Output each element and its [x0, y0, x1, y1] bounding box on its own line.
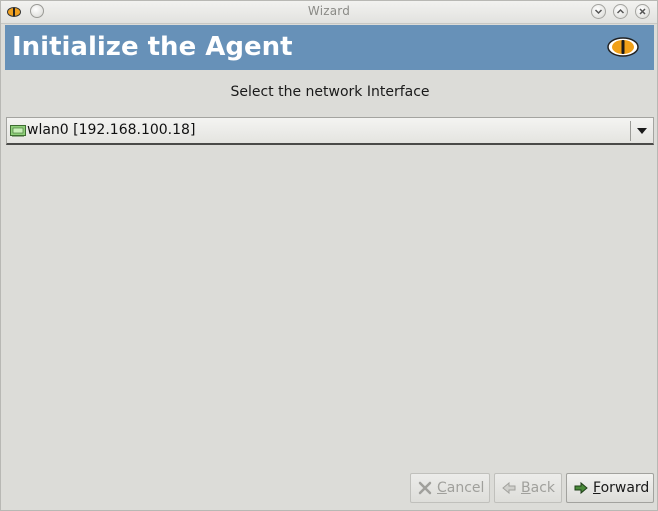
- selected-interface: wlan0 [192.168.100.18]: [27, 122, 196, 138]
- wizard-header: Initialize the Agent: [5, 25, 654, 70]
- cancel-button[interactable]: Cancel: [410, 473, 490, 503]
- forward-button[interactable]: Forward: [566, 473, 654, 503]
- forward-arrow-icon: [574, 481, 588, 495]
- close-icon: [639, 8, 646, 15]
- page-title: Initialize the Agent: [12, 32, 293, 62]
- back-arrow-icon: [502, 481, 516, 495]
- agent-eye-logo-icon: [607, 37, 639, 57]
- instruction-label: Select the network Interface: [230, 84, 430, 100]
- forward-label: Forward: [593, 480, 650, 496]
- back-button[interactable]: Back: [494, 473, 562, 503]
- dropdown-arrow-icon[interactable]: [637, 128, 647, 134]
- network-icon: [10, 125, 26, 137]
- close-button[interactable]: [635, 4, 650, 19]
- window-title: Wizard: [307, 4, 351, 18]
- network-interface-select[interactable]: wlan0 [192.168.100.18]: [6, 117, 654, 145]
- title-bar[interactable]: Wizard: [1, 1, 657, 24]
- cancel-label: Cancel: [437, 480, 485, 496]
- minimize-button[interactable]: [591, 4, 606, 19]
- wizard-window: Wizard Initialize the Agent Select the n…: [0, 0, 658, 511]
- chevron-up-icon: [616, 8, 625, 14]
- combo-divider: [630, 121, 631, 141]
- chevron-down-icon: [594, 9, 603, 15]
- cancel-x-icon: [418, 481, 432, 495]
- back-label: Back: [521, 480, 555, 496]
- maximize-button[interactable]: [613, 4, 628, 19]
